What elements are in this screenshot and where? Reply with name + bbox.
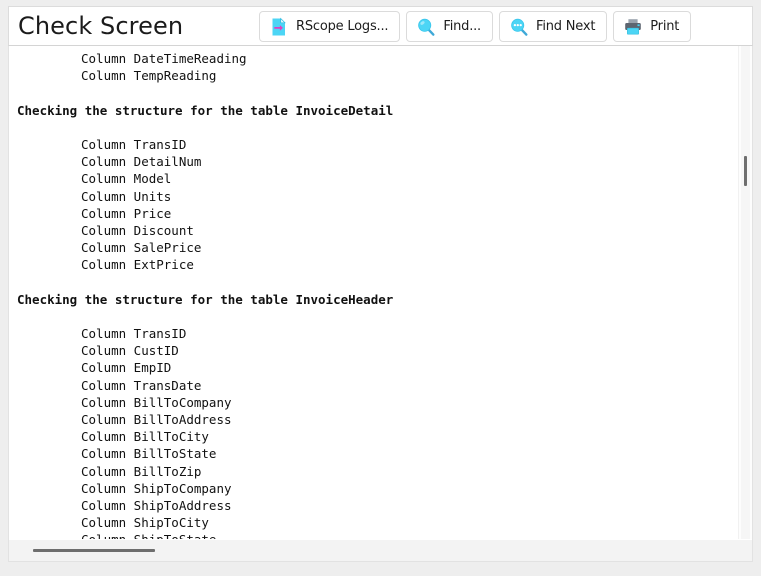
log-line: Column EmpID [81, 360, 172, 376]
log-line: Column ShipToState [9, 531, 738, 539]
log-line: Column BillToAddress [81, 411, 232, 427]
log-line: Column DetailNum [81, 154, 202, 170]
print-button[interactable]: Print [613, 11, 692, 42]
log-line: Column BillToCity [81, 429, 209, 445]
vertical-scrollbar-thumb[interactable] [744, 156, 747, 186]
log-line: Column DateTimeReading [81, 51, 247, 66]
check-screen-window: Check Screen RScope Logs... Find... Find… [0, 0, 761, 576]
log-line: Column Discount [81, 222, 194, 238]
print-label: Print [650, 19, 680, 34]
log-line: Column CustID [81, 343, 179, 359]
log-line: Column Model [81, 171, 172, 187]
log-line: Column ShipToAddress [81, 497, 232, 513]
rscope-logs-button[interactable]: RScope Logs... [259, 11, 401, 42]
document-arrow-icon [269, 17, 289, 37]
horizontal-scrollbar-thumb[interactable] [33, 549, 155, 552]
log-line: Column TransID [81, 326, 187, 341]
log-line: Checking the structure for the table Inv… [17, 102, 394, 118]
printer-icon [623, 17, 643, 37]
log-line: Column Price [81, 205, 172, 221]
log-line: Column ShipToCity [81, 515, 209, 531]
vertical-scrollbar[interactable] [738, 46, 752, 539]
log-line: Column SalePrice [81, 240, 202, 256]
log-output-pane: Column DateTimeReading Column TempReading… [8, 46, 753, 562]
vertical-scrollbar-track[interactable] [741, 46, 750, 539]
find-next-label: Find Next [536, 19, 596, 34]
log-line: Column BillToState [81, 446, 217, 462]
rscope-logs-label: RScope Logs... [296, 19, 389, 34]
log-line: Column ExtPrice [81, 257, 194, 273]
log-line: Column BillToCompany [81, 394, 232, 410]
horizontal-scrollbar[interactable] [9, 539, 752, 561]
log-line: Column TransDate [81, 377, 202, 393]
page-title: Check Screen [18, 12, 184, 40]
log-line: Column Units [81, 188, 172, 204]
log-line: Column BillToZip [81, 463, 202, 479]
magnifier-dots-icon [509, 17, 529, 37]
log-line: Column TempReading [81, 68, 217, 84]
magnifier-icon [416, 17, 436, 37]
find-next-button[interactable]: Find Next [499, 11, 608, 42]
log-line: Checking the structure for the table Inv… [17, 291, 394, 307]
find-label: Find... [443, 19, 481, 34]
toolbar: RScope Logs... Find... Find Next Print [259, 11, 692, 42]
log-text-area[interactable]: Column DateTimeReading Column TempReading… [9, 46, 738, 539]
log-line: Column TransID [81, 136, 187, 152]
find-button[interactable]: Find... [406, 11, 493, 42]
header-bar: Check Screen RScope Logs... Find... Find… [8, 6, 753, 46]
log-line: Column ShipToCompany [81, 480, 232, 496]
